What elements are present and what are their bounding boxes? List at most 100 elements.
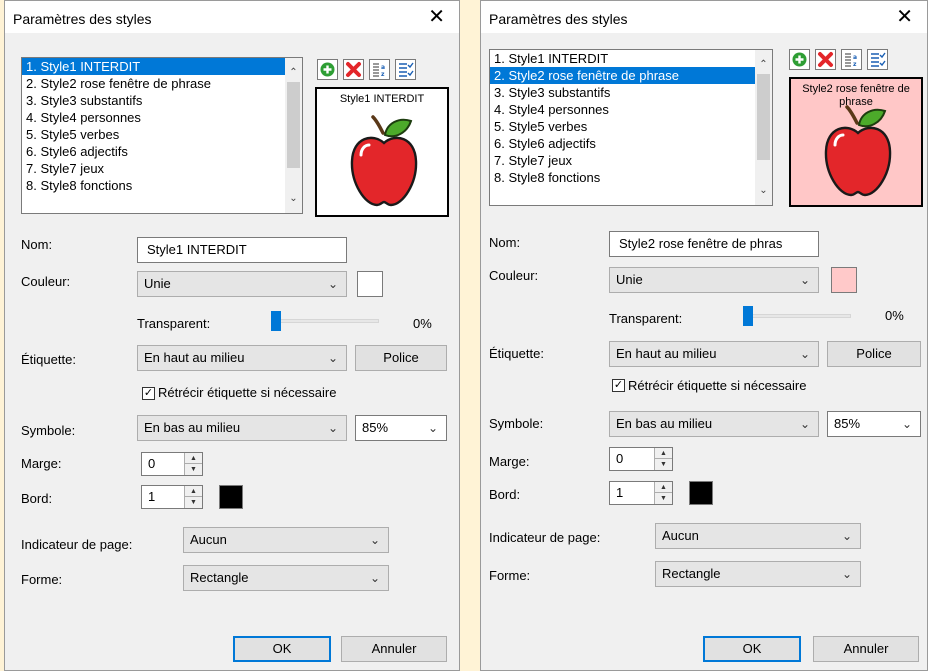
up-arrow-icon[interactable]: ▲: [655, 482, 672, 493]
forme-select[interactable]: Rectangle ⌄: [655, 561, 861, 587]
sort-styles-button[interactable]: az: [841, 49, 862, 70]
scroll-up-icon[interactable]: ⌃: [285, 64, 302, 81]
list-item[interactable]: 3. Style3 substantifs: [22, 92, 302, 109]
couleur-value: Unie: [616, 272, 643, 287]
couleur-swatch[interactable]: [831, 267, 857, 293]
add-style-button[interactable]: [317, 59, 338, 80]
etiquette-select[interactable]: En haut au milieu ⌄: [609, 341, 819, 367]
up-arrow-icon[interactable]: ▲: [655, 448, 672, 459]
list-item[interactable]: 3. Style3 substantifs: [490, 84, 772, 101]
list-item[interactable]: 4. Style4 personnes: [22, 109, 302, 126]
retrecir-checkbox[interactable]: ✓: [612, 379, 625, 392]
couleur-label: Couleur:: [21, 274, 71, 289]
sort-styles-button[interactable]: az: [369, 59, 390, 80]
svg-text:a: a: [381, 64, 385, 71]
bord-label: Bord:: [489, 487, 521, 502]
check-list-button[interactable]: [867, 49, 888, 70]
chevron-down-icon: ⌄: [369, 533, 380, 547]
style-list[interactable]: 1. Style1 INTERDIT 2. Style2 rose fenêtre…: [21, 57, 303, 214]
couleur-swatch[interactable]: [357, 271, 383, 297]
transparency-slider[interactable]: [743, 306, 753, 326]
style-list-scrollbar[interactable]: ⌃ ⌄: [755, 50, 772, 205]
list-item[interactable]: 5. Style5 verbes: [490, 118, 772, 135]
transparency-slider[interactable]: [271, 311, 281, 331]
bord-label: Bord:: [21, 491, 53, 506]
list-item[interactable]: 8. Style8 fonctions: [22, 177, 302, 194]
close-icon[interactable]: ✕: [896, 7, 913, 27]
close-icon[interactable]: ✕: [428, 7, 445, 27]
spinner-buttons[interactable]: ▲ ▼: [654, 448, 672, 470]
nom-input[interactable]: Style1 INTERDIT: [137, 237, 347, 263]
bord-spinner[interactable]: 1 ▲ ▼: [609, 481, 673, 505]
scroll-down-icon[interactable]: ⌄: [755, 182, 772, 199]
annuler-button[interactable]: Annuler: [341, 636, 447, 662]
checklist-icon: [871, 52, 886, 67]
down-arrow-icon[interactable]: ▼: [185, 497, 202, 508]
delete-style-button[interactable]: [343, 59, 364, 80]
forme-select[interactable]: Rectangle ⌄: [183, 565, 389, 591]
etiquette-select[interactable]: En haut au milieu ⌄: [137, 345, 347, 371]
list-item[interactable]: 4. Style4 personnes: [490, 101, 772, 118]
chevron-down-icon: ⌄: [901, 417, 912, 431]
spinner-buttons[interactable]: ▲ ▼: [184, 453, 202, 475]
list-item[interactable]: 1. Style1 INTERDIT: [490, 50, 772, 67]
symbole-size-select[interactable]: 85% ⌄: [355, 415, 447, 441]
symbole-value: En bas au milieu: [144, 420, 241, 435]
ok-button[interactable]: OK: [233, 636, 331, 662]
indicateur-select[interactable]: Aucun ⌄: [183, 527, 389, 553]
down-arrow-icon[interactable]: ▼: [185, 464, 202, 475]
couleur-select[interactable]: Unie ⌄: [137, 271, 347, 297]
down-arrow-icon[interactable]: ▼: [655, 459, 672, 470]
list-item[interactable]: 6. Style6 adjectifs: [490, 135, 772, 152]
list-item[interactable]: 7. Style7 jeux: [490, 152, 772, 169]
delete-style-button[interactable]: [815, 49, 836, 70]
police-button[interactable]: Police: [827, 341, 921, 367]
symbole-size-select[interactable]: 85% ⌄: [827, 411, 921, 437]
delete-icon: [346, 62, 361, 77]
nom-input[interactable]: Style2 rose fenêtre de phras: [609, 231, 819, 257]
apple-icon: [824, 105, 892, 197]
ok-button[interactable]: OK: [703, 636, 801, 662]
dialog-footer: OK Annuler: [5, 626, 459, 670]
style-list-scrollbar[interactable]: ⌃ ⌄: [285, 58, 302, 213]
list-item[interactable]: 2. Style2 rose fenêtre de phrase: [22, 75, 302, 92]
list-item[interactable]: 2. Style2 rose fenêtre de phrase: [490, 67, 772, 84]
etiquette-label: Étiquette:: [489, 346, 544, 361]
marge-spinner[interactable]: 0 ▲ ▼: [141, 452, 203, 476]
dialog-title: Paramètres des styles: [13, 11, 152, 27]
scroll-thumb[interactable]: [287, 82, 300, 168]
list-item[interactable]: 8. Style8 fonctions: [490, 169, 772, 186]
spinner-buttons[interactable]: ▲ ▼: [654, 482, 672, 504]
up-arrow-icon[interactable]: ▲: [185, 486, 202, 497]
scroll-thumb[interactable]: [757, 74, 770, 160]
indicateur-select[interactable]: Aucun ⌄: [655, 523, 861, 549]
couleur-select[interactable]: Unie ⌄: [609, 267, 819, 293]
list-item[interactable]: 7. Style7 jeux: [22, 160, 302, 177]
police-button[interactable]: Police: [355, 345, 447, 371]
bord-spinner[interactable]: 1 ▲ ▼: [141, 485, 203, 509]
down-arrow-icon[interactable]: ▼: [655, 493, 672, 504]
transparency-track: [271, 319, 379, 323]
add-style-button[interactable]: [789, 49, 810, 70]
symbole-label: Symbole:: [21, 423, 76, 438]
annuler-button[interactable]: Annuler: [813, 636, 919, 662]
bord-color-swatch[interactable]: [689, 481, 713, 505]
transparency-track: [743, 314, 851, 318]
list-item[interactable]: 5. Style5 verbes: [22, 126, 302, 143]
retrecir-checkbox[interactable]: ✓: [142, 387, 155, 400]
symbole-value: En bas au milieu: [616, 416, 713, 431]
retrecir-label: Rétrécir étiquette si nécessaire: [628, 378, 807, 393]
up-arrow-icon[interactable]: ▲: [185, 453, 202, 464]
style-list[interactable]: 1. Style1 INTERDIT 2. Style2 rose fenêtre…: [489, 49, 773, 206]
spinner-buttons[interactable]: ▲ ▼: [184, 486, 202, 508]
list-item[interactable]: 6. Style6 adjectifs: [22, 143, 302, 160]
scroll-down-icon[interactable]: ⌄: [285, 190, 302, 207]
indicateur-label: Indicateur de page:: [489, 530, 601, 545]
list-item[interactable]: 1. Style1 INTERDIT: [22, 58, 302, 75]
symbole-select[interactable]: En bas au milieu ⌄: [609, 411, 819, 437]
scroll-up-icon[interactable]: ⌃: [755, 56, 772, 73]
bord-color-swatch[interactable]: [219, 485, 243, 509]
check-list-button[interactable]: [395, 59, 416, 80]
symbole-select[interactable]: En bas au milieu ⌄: [137, 415, 347, 441]
marge-spinner[interactable]: 0 ▲ ▼: [609, 447, 673, 471]
